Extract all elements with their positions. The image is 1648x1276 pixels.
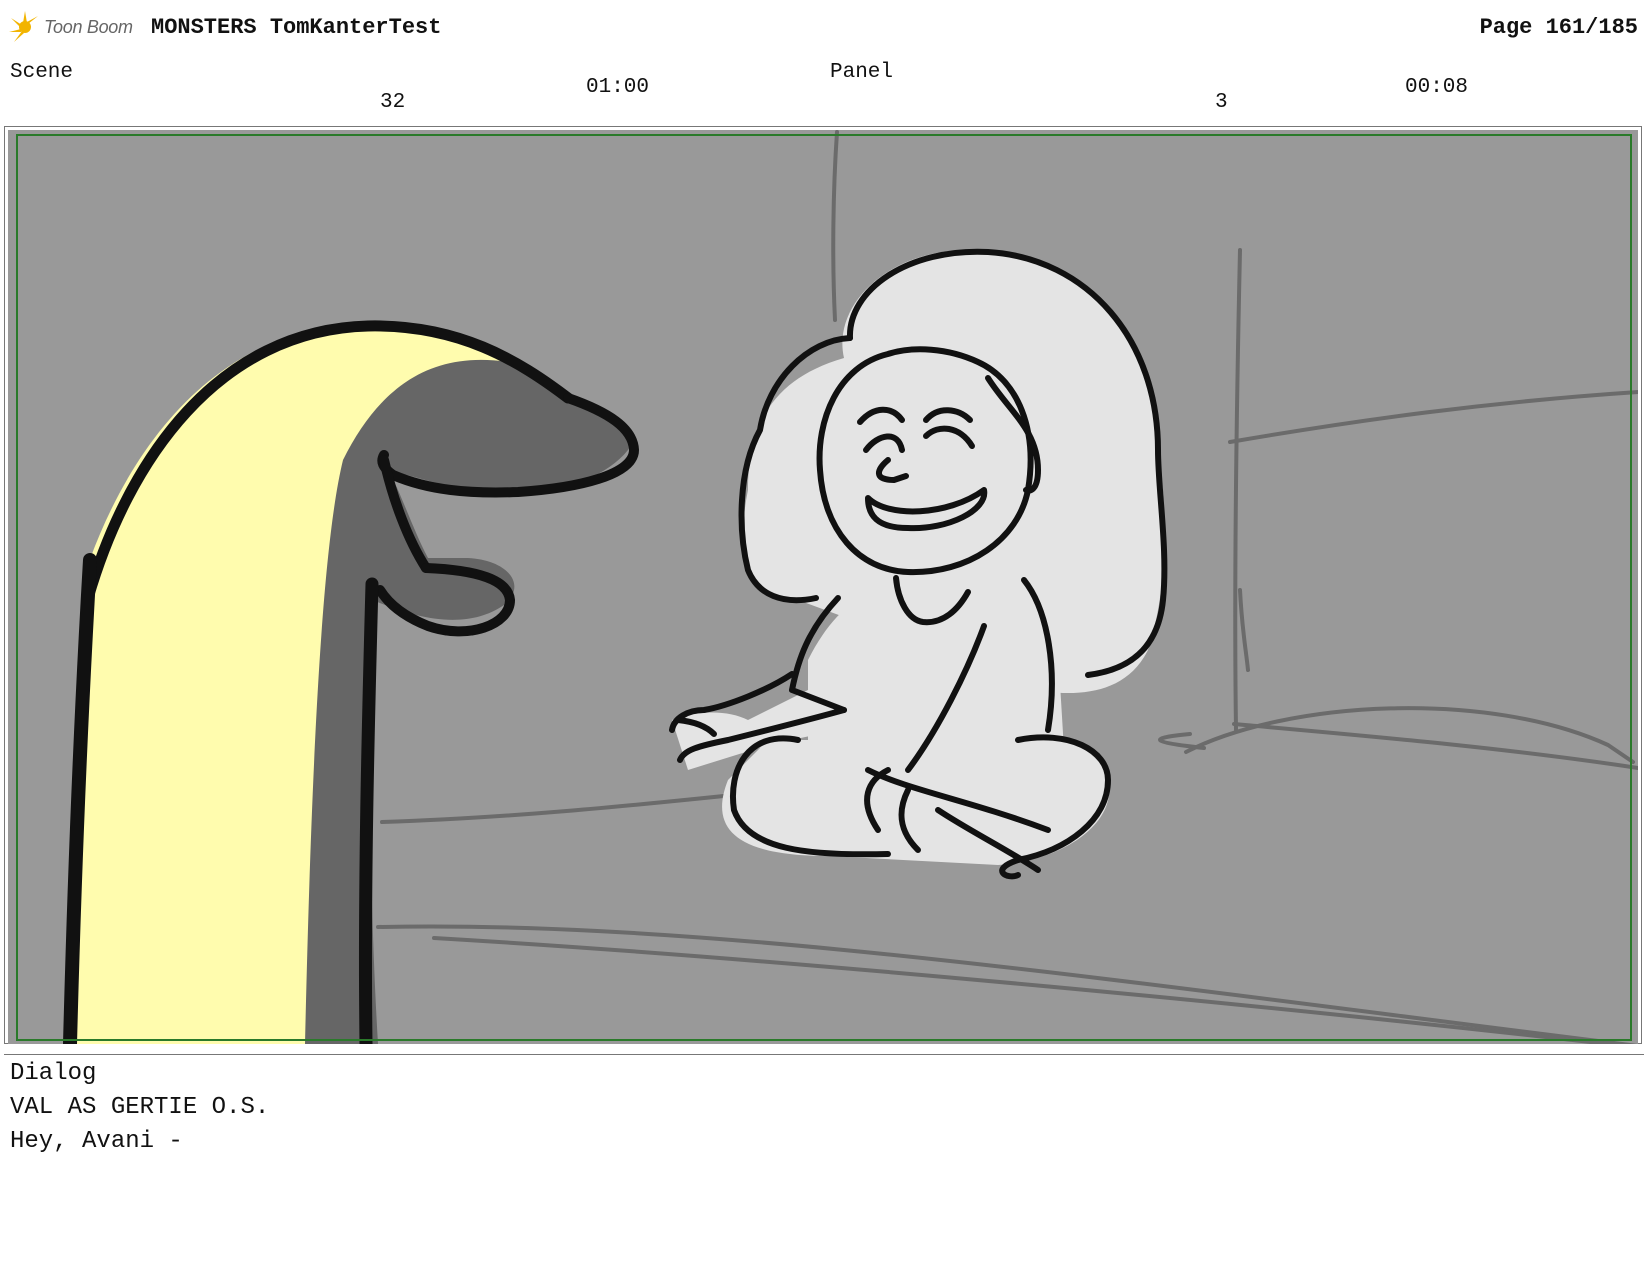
panel-duration: 00:08	[1405, 76, 1469, 99]
toon-boom-logo: Toon Boom	[8, 10, 133, 44]
panel-divider	[4, 1054, 1644, 1055]
scene-label: Scene	[10, 61, 74, 84]
starburst-icon	[9, 11, 38, 42]
panel-number: 3	[1215, 91, 1228, 114]
safe-area-frame	[16, 134, 1632, 1041]
page-number: Page 161/185	[1479, 15, 1638, 40]
scene-number: 32	[380, 91, 406, 114]
dialog-label: Dialog	[10, 1060, 97, 1087]
panel-label: Panel	[830, 61, 894, 84]
dialog-line: Hey, Avani -	[10, 1128, 183, 1155]
project-title: MONSTERS TomKanterTest	[151, 15, 442, 40]
scene-duration: 01:00	[586, 76, 650, 99]
dialog-line: VAL AS GERTIE O.S.	[10, 1094, 270, 1121]
logo-text: Toon Boom	[44, 16, 133, 37]
